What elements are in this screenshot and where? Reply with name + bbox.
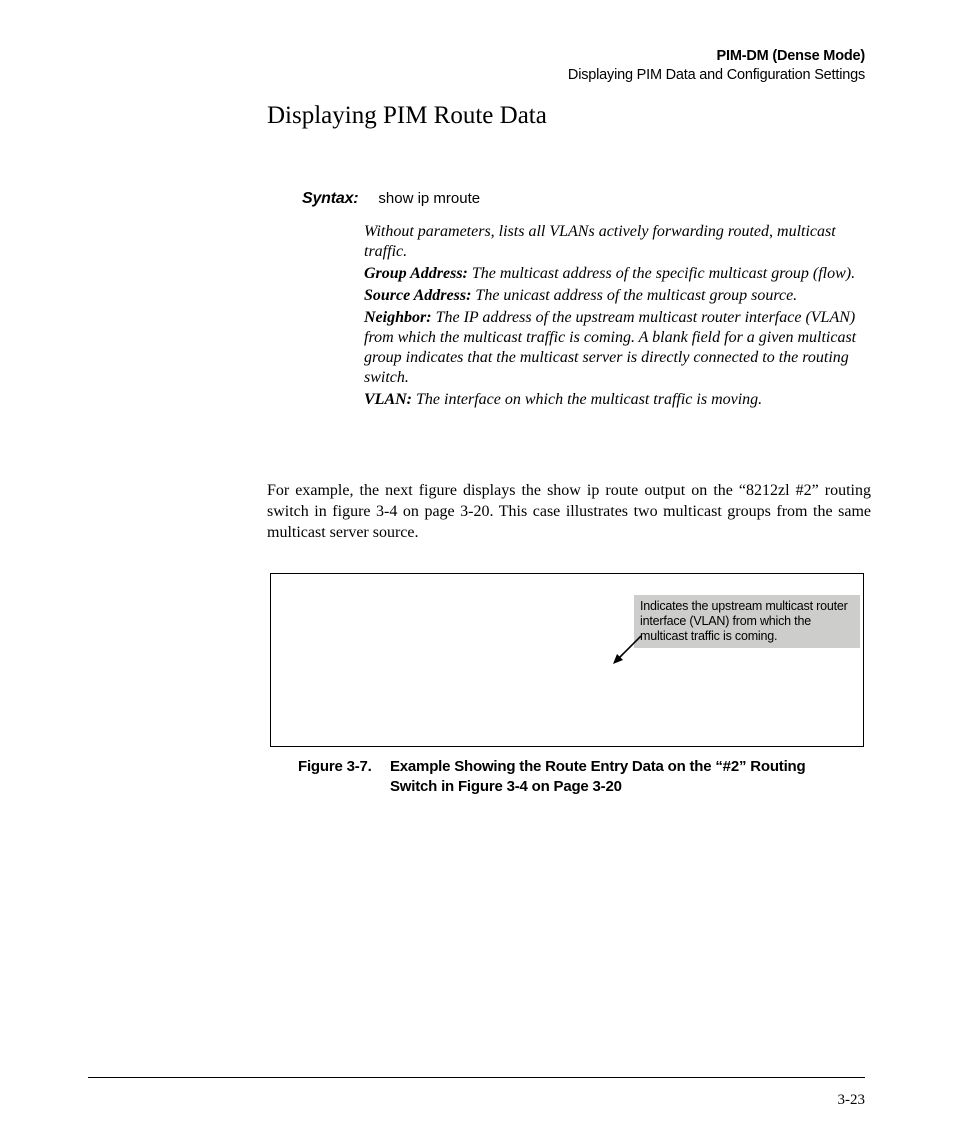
page: PIM-DM (Dense Mode) Displaying PIM Data …: [0, 0, 954, 1145]
footer-rule: [88, 1077, 865, 1078]
figure-caption-text: Example Showing the Route Entry Data on …: [390, 757, 852, 796]
header-section: Displaying PIM Data and Configuration Se…: [568, 66, 865, 84]
section-title: Displaying PIM Route Data: [267, 102, 547, 130]
figure-box: Indicates the upstream multicast router …: [270, 573, 864, 747]
figure-callout: Indicates the upstream multicast router …: [634, 595, 860, 648]
field-vlan: VLAN: The interface on which the multica…: [364, 390, 862, 410]
body-paragraph: For example, the next figure displays th…: [267, 481, 871, 543]
field-vlan-text: The interface on which the multicast tra…: [412, 391, 762, 408]
field-neighbor: Neighbor: The IP address of the upstream…: [364, 308, 862, 388]
field-neighbor-text: The IP address of the upstream multicast…: [364, 309, 856, 386]
figure-caption: Figure 3-7. Example Showing the Route En…: [298, 757, 858, 796]
field-neighbor-label: Neighbor:: [364, 309, 432, 326]
figure-number: Figure 3-7.: [298, 757, 386, 777]
field-source-label: Source Address:: [364, 287, 471, 304]
page-header: PIM-DM (Dense Mode) Displaying PIM Data …: [568, 48, 865, 85]
field-group: Group Address: The multicast address of …: [364, 264, 862, 284]
field-vlan-label: VLAN:: [364, 391, 412, 408]
field-source: Source Address: The unicast address of t…: [364, 286, 862, 306]
syntax-command: show ip mroute: [378, 190, 480, 207]
syntax-block: Syntax: show ip mroute Without parameter…: [302, 190, 862, 412]
page-number: 3-23: [838, 1092, 866, 1109]
header-chapter: PIM-DM (Dense Mode): [568, 48, 865, 65]
arrow-icon: [611, 632, 645, 666]
field-group-text: The multicast address of the specific mu…: [468, 265, 855, 282]
syntax-description: Without parameters, lists all VLANs acti…: [364, 222, 862, 410]
field-group-label: Group Address:: [364, 265, 468, 282]
syntax-label: Syntax:: [302, 190, 358, 207]
syntax-row: Syntax: show ip mroute: [302, 190, 862, 208]
field-source-text: The unicast address of the multicast gro…: [471, 287, 797, 304]
syntax-intro: Without parameters, lists all VLANs acti…: [364, 222, 862, 262]
